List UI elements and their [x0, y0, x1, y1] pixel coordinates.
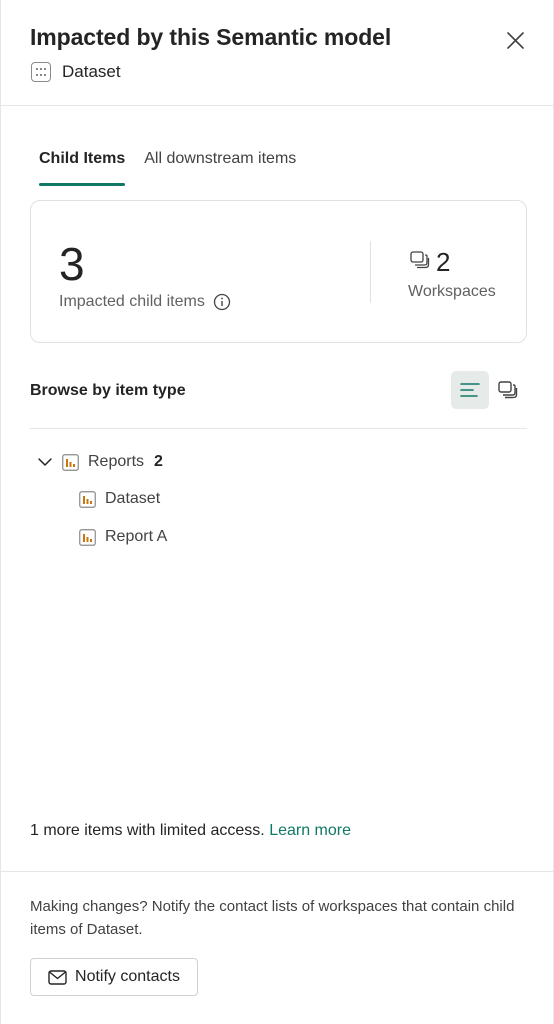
impacted-count: 3 — [59, 238, 85, 290]
tree-group-count: 2 — [154, 453, 163, 470]
impacted-label-row: Impacted child items — [59, 293, 231, 311]
tree-group-label: Reports — [88, 453, 145, 470]
tab-bar: Child Items All downstream items — [39, 150, 315, 186]
panel-footer: Making changes? Notify the contact lists… — [1, 871, 553, 1024]
impacted-label: Impacted child items — [59, 293, 205, 310]
limited-access-message: 1 more items with limited access. Learn … — [30, 822, 351, 840]
workspace-view-icon — [498, 381, 518, 399]
workspaces-count-row: 2 — [410, 247, 450, 278]
browse-label: Browse by item type — [30, 382, 186, 399]
list-view-button[interactable] — [451, 371, 489, 409]
report-icon — [79, 528, 96, 546]
tree-group-reports[interactable]: Reports 2 — [37, 450, 163, 474]
close-icon — [506, 31, 524, 49]
subtitle-row: Dataset — [31, 62, 121, 82]
workspaces-label: Workspaces — [408, 283, 496, 300]
workspaces-count: 2 — [436, 247, 451, 277]
chevron-down-icon[interactable] — [37, 454, 53, 470]
limited-access-text: 1 more items with limited access. — [30, 822, 265, 839]
summary-card: 3 Impacted child items 2 Workspaces — [30, 200, 527, 343]
info-icon[interactable] — [213, 293, 231, 311]
learn-more-link[interactable]: Learn more — [269, 822, 351, 839]
tree-item-label: Dataset — [105, 490, 161, 507]
dataset-icon — [31, 62, 51, 82]
summary-divider — [370, 241, 371, 303]
notify-contacts-button[interactable]: Notify contacts — [30, 958, 198, 996]
browse-divider — [30, 428, 527, 429]
panel-header: Impacted by this Semantic model Dataset — [1, 0, 553, 106]
mail-icon — [48, 969, 67, 985]
impact-panel: Impacted by this Semantic model Dataset … — [0, 0, 554, 1024]
footer-text: Making changes? Notify the contact lists… — [30, 898, 515, 938]
tab-all-downstream-items[interactable]: All downstream items — [144, 150, 296, 186]
report-icon — [62, 453, 79, 471]
panel-title: Impacted by this Semantic model — [30, 24, 392, 50]
workspace-icon — [410, 251, 430, 274]
workspace-view-button[interactable] — [489, 371, 527, 409]
tree-item[interactable]: Dataset — [79, 487, 160, 511]
list-view-icon — [460, 383, 480, 397]
notify-contacts-label: Notify contacts — [75, 968, 180, 985]
close-button[interactable] — [503, 28, 527, 52]
tab-child-items[interactable]: Child Items — [39, 150, 126, 186]
tree-item-label: Report A — [105, 528, 168, 545]
report-icon — [79, 490, 96, 508]
subtitle: Dataset — [62, 62, 121, 81]
tree-item[interactable]: Report A — [79, 525, 167, 549]
